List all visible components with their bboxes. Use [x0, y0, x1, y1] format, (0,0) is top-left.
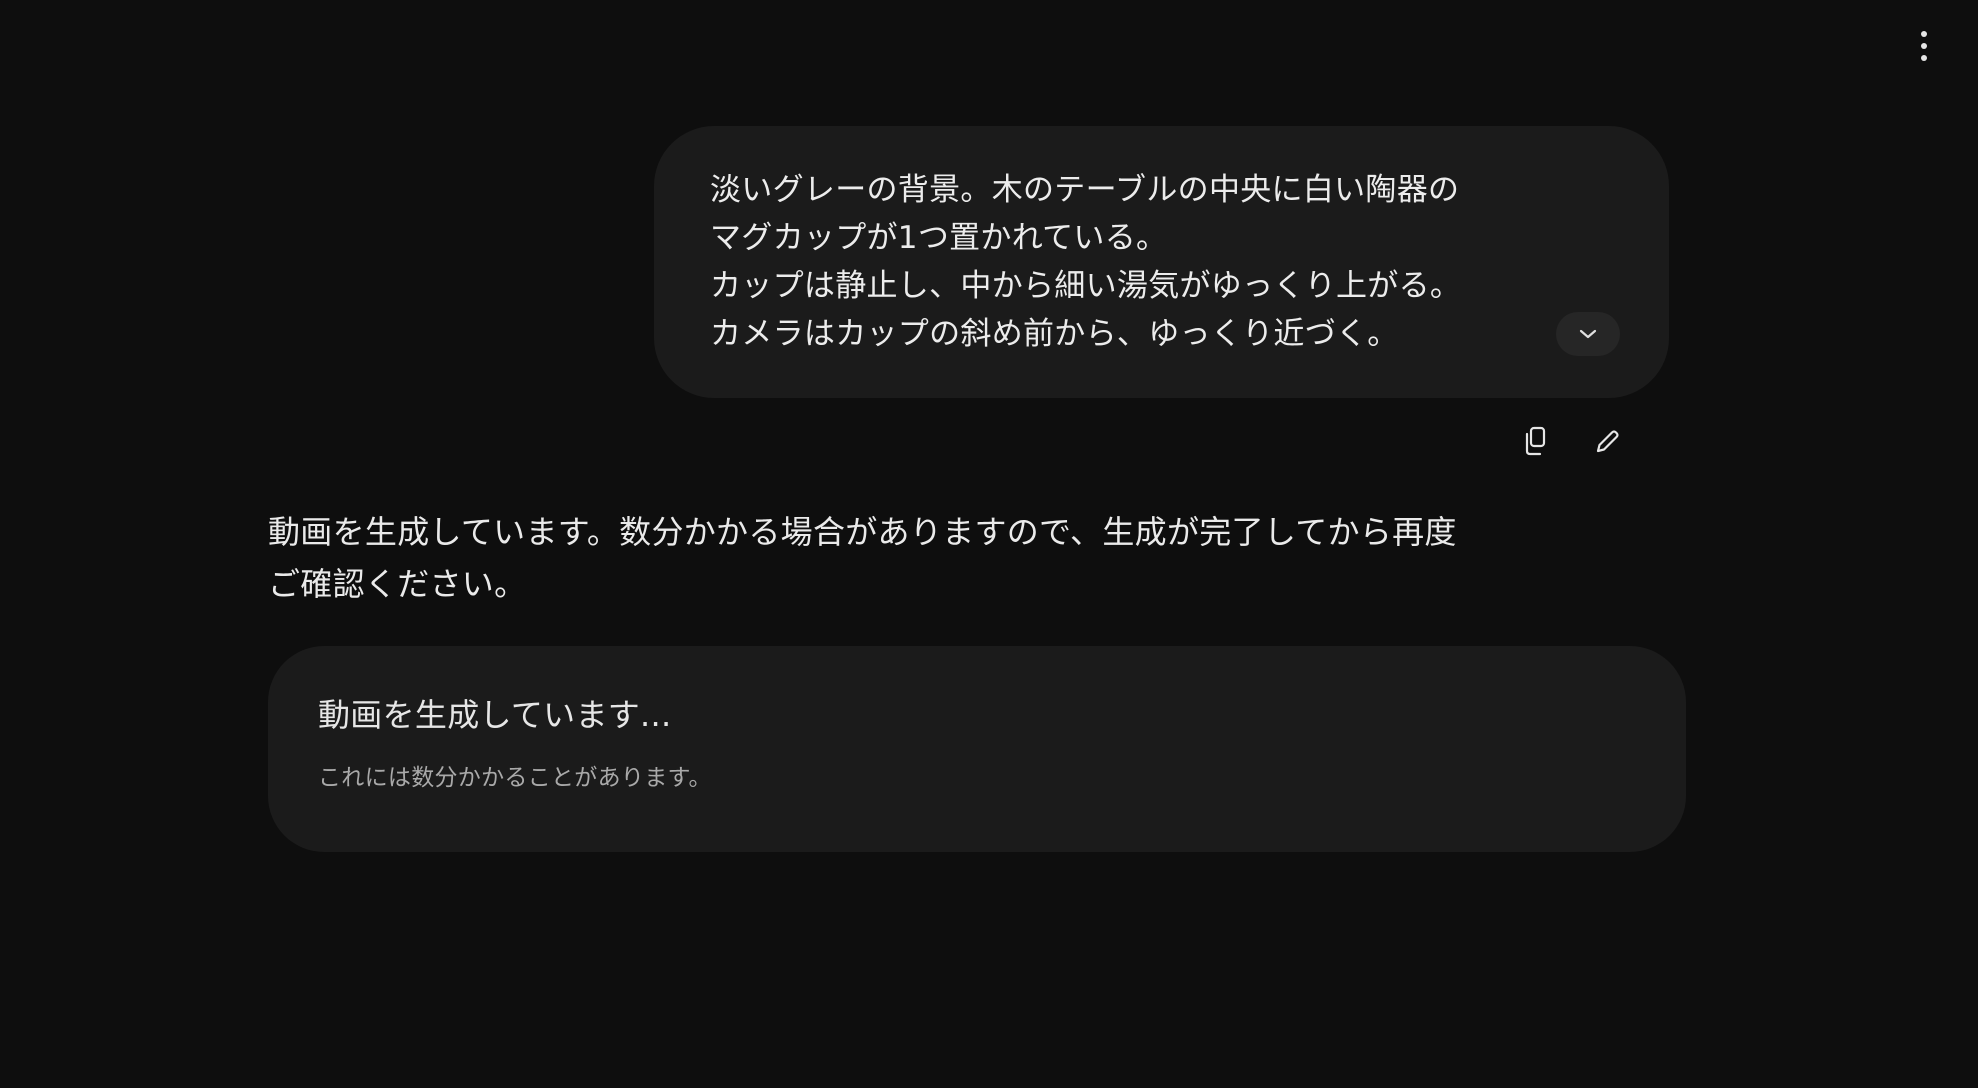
assistant-message-line: 動画を生成しています。数分かかる場合がありますので、生成が完了してから再度 [268, 513, 1457, 551]
message-actions [1516, 420, 1628, 462]
assistant-message-line: ご確認ください。 [268, 565, 527, 603]
user-message-line: マグカップが1つ置かれている。 [710, 220, 1168, 256]
edit-button[interactable] [1588, 420, 1628, 462]
user-message-line: カメラはカップの斜め前から、ゆっくり近づく。 [710, 316, 1399, 352]
more-options-button[interactable] [1900, 26, 1948, 66]
more-vertical-icon [1921, 31, 1927, 61]
user-message-line: 淡いグレーの背景。木のテーブルの中央に白い陶器の [710, 172, 1460, 208]
user-message-bubble: 淡いグレーの背景。木のテーブルの中央に白い陶器の マグカップが1つ置かれている。… [654, 126, 1669, 398]
user-message-line: カップは静止し、中から細い湯気がゆっくり上がる。 [710, 268, 1462, 304]
video-generation-status-card: 動画を生成しています... これには数分かかることがあります。 [268, 646, 1686, 852]
pencil-icon [1596, 430, 1619, 453]
expand-message-button[interactable] [1556, 312, 1620, 356]
chevron-down-icon [1579, 329, 1597, 339]
status-title: 動画を生成しています... [318, 696, 672, 734]
copy-icon [1525, 426, 1546, 456]
copy-button[interactable] [1516, 420, 1556, 462]
chat-page: 淡いグレーの背景。木のテーブルの中央に白い陶器の マグカップが1つ置かれている。… [0, 0, 1978, 1088]
status-subtitle: これには数分かかることがあります。 [318, 765, 712, 791]
assistant-message: 動画を生成しています。数分かかる場合がありますので、生成が完了してから再度 ご確… [268, 506, 1568, 610]
